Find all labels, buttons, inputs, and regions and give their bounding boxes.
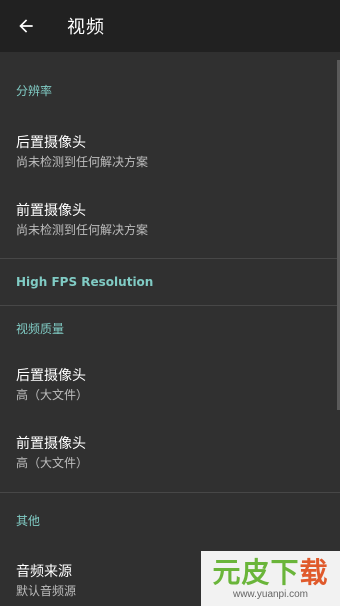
pref-subtitle: 高（大文件） [16, 456, 89, 470]
watermark-logo-text: 元皮下载 [212, 557, 328, 589]
section-header-quality: 视频质量 [16, 321, 65, 336]
watermark-url: www.yuanpi.com [232, 589, 309, 600]
pref-high-fps-resolution[interactable]: High FPS Resolution [0, 259, 340, 305]
page-title: 视频 [67, 17, 105, 38]
pref-subtitle: 尚未检测到任何解决方案 [16, 155, 149, 169]
pref-title: 前置摄像头 [16, 203, 86, 219]
pref-resolution-front-camera[interactable]: 前置摄像头 尚未检测到任何解决方案 [0, 186, 340, 254]
pref-title: 后置摄像头 [16, 368, 86, 384]
arrow-left-icon [19, 19, 33, 33]
section-header-other: 其他 [16, 513, 41, 528]
pref-subtitle: 尚未检测到任何解决方案 [16, 223, 149, 237]
pref-resolution-rear-camera[interactable]: 后置摄像头 尚未检测到任何解决方案 [0, 118, 340, 186]
app-root: 视频 分辨率 后置摄像头 尚未检测到任何解决方案 前置摄像头 尚未检测到任何解决… [0, 0, 340, 606]
watermark-logo-main: 元皮下 [212, 556, 300, 589]
watermark-logo: 元皮下载 www.yuanpi.com [201, 551, 340, 606]
pref-title: 前置摄像头 [16, 436, 86, 452]
pref-subtitle: 高（大文件） [16, 388, 89, 402]
watermark-logo-accent: 载 [299, 556, 329, 589]
back-button[interactable] [0, 0, 52, 52]
pref-title: 后置摄像头 [16, 135, 86, 151]
pref-quality-rear-camera[interactable]: 后置摄像头 高（大文件） [0, 350, 340, 420]
toolbar: 视频 [0, 0, 340, 52]
pref-quality-front-camera[interactable]: 前置摄像头 高（大文件） [0, 420, 340, 486]
section-header-resolution: 分辨率 [16, 83, 53, 98]
